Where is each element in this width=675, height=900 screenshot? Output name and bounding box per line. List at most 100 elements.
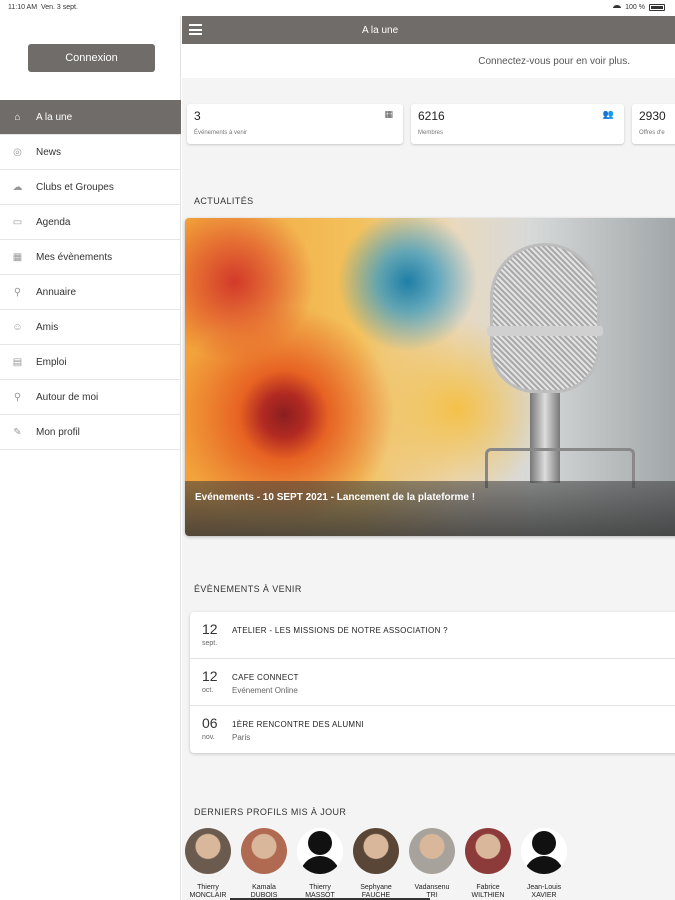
sidebar-item-amis[interactable]: ☺ Amis [0, 310, 181, 345]
profile-card[interactable]: Thierry MASSOT [294, 828, 346, 900]
profile-first-name: Thierry [197, 884, 219, 891]
event-row[interactable]: 12 oct. CAFE CONNECT Evénement Online [190, 659, 675, 706]
profile-first-name: Fabrice [476, 884, 500, 891]
date-text: Ven. 3 sept. [40, 4, 78, 11]
profile-first-name: Vadansenu [414, 884, 450, 891]
battery-icon [649, 4, 665, 11]
news-card[interactable]: Evénements - 10 SEPT 2021 - Lancement de… [185, 218, 675, 536]
profile-card[interactable]: Kamala DUBOIS [238, 828, 290, 900]
event-day: 12 [202, 621, 218, 637]
globe-icon: ◎ [13, 146, 22, 158]
edit-icon: ✎ [13, 426, 22, 438]
stat-card[interactable]: 3 Événements à venir ▦ [187, 104, 403, 144]
person-icon: ☺ [12, 321, 23, 333]
profile-name: Vadansenu TRI [406, 884, 458, 900]
profile-last-name: MASSOT [305, 892, 335, 899]
groups-icon: ☁ [12, 181, 23, 193]
stat-label: Événements à venir [194, 130, 248, 136]
event-title: 1ÈRE RENCONTRE DES ALUMNI [232, 720, 364, 729]
profile-card[interactable]: Sephyane FAUCHE [350, 828, 402, 900]
profile-last-name: MONCLAIR [189, 892, 227, 899]
search-icon: ⚲ [13, 286, 22, 298]
avatar [465, 828, 511, 874]
stat-card[interactable]: 2930 Offres d'e [632, 104, 675, 144]
avatar [353, 828, 399, 874]
sidebar-item-a-la-une[interactable]: ⌂ A la une [0, 100, 181, 135]
avatar [409, 828, 455, 874]
profile-first-name: Sephyane [360, 884, 392, 891]
sidebar-item-label: Mon profil [36, 426, 80, 438]
event-month: sept. [202, 640, 218, 647]
time-text: 11:10 AM [8, 4, 38, 11]
stat-value: 6216 [418, 109, 445, 123]
login-prompt[interactable]: Connectez-vous pour en voir plus. [182, 44, 675, 78]
calendar-icon: ▦ [384, 109, 393, 119]
profiles-section-title: DERNIERS PROFILS MIS À JOUR [194, 807, 347, 817]
events-list: 12 sept. ATELIER - LES MISSIONS DE NOTRE A… [190, 612, 675, 753]
status-bar: 11:10 AM Ven. 3 sept. 100 % [0, 0, 675, 16]
sidebar-item-clubs-et-groupes[interactable]: ☁ Clubs et Groupes [0, 170, 181, 205]
stats-row: 3 Événements à venir ▦ 6216 Membres 👥 2930 Offr… [187, 104, 675, 144]
profile-name: Fabrice WILTHIEN [462, 884, 514, 900]
sidebar-item-label: Agenda [36, 216, 71, 228]
stat-label: Membres [418, 130, 444, 136]
event-day: 12 [202, 668, 218, 684]
event-month: nov. [202, 734, 215, 741]
sidebar-item-annuaire[interactable]: ⚲ Annuaire [0, 275, 181, 310]
wifi-icon [613, 4, 622, 11]
profile-card[interactable]: Jean-Louis XAVIER [518, 828, 570, 900]
sidebar-item-label: News [36, 146, 62, 158]
top-bar: A la une [182, 16, 675, 44]
sidebar-item-mes-v-nements[interactable]: ▦ Mes évènements [0, 240, 181, 275]
sidebar-item-label: Mes évènements [36, 251, 113, 263]
sidebar-item-label: Annuaire [36, 286, 77, 298]
stat-card[interactable]: 6216 Membres 👥 [411, 104, 624, 144]
profile-card[interactable]: Vadansenu TRI [406, 828, 458, 900]
briefcase-icon: ▤ [12, 356, 23, 368]
sidebar-item-label: A la une [36, 111, 73, 123]
event-month: oct. [202, 687, 214, 694]
profile-last-name: FAUCHE [361, 892, 391, 899]
profile-last-name: DUBOIS [250, 892, 278, 899]
status-time: 11:10 AM Ven. 3 sept. [8, 4, 78, 11]
sidebar: Connexion ⌂ A la une ◎ News ☁ Clubs et Groupe… [0, 16, 181, 900]
sidebar-item-label: Autour de moi [36, 391, 99, 403]
profile-card[interactable]: Thierry MONCLAIR [182, 828, 234, 900]
sidebar-item-news[interactable]: ◎ News [0, 135, 181, 170]
event-subtitle: Evénement Online [232, 686, 298, 695]
battery-text: 100 % [625, 4, 645, 11]
book-icon: ▭ [12, 216, 23, 228]
profile-name: Kamala DUBOIS [238, 884, 290, 900]
profile-name: Jean-Louis XAVIER [518, 884, 570, 900]
avatar [241, 828, 287, 874]
sidebar-item-autour-de-moi[interactable]: ⚲ Autour de moi [0, 380, 181, 415]
calendar-icon: ▦ [12, 251, 23, 263]
members-icon: 👥 [602, 109, 614, 119]
event-title: ATELIER - LES MISSIONS DE NOTRE ASSOCIAT… [232, 626, 448, 635]
news-caption: Evénements - 10 SEPT 2021 - Lancement de… [185, 481, 675, 536]
status-right: 100 % [613, 4, 665, 11]
profile-first-name: Jean-Louis [526, 884, 562, 891]
profile-last-name: XAVIER [531, 892, 557, 899]
avatar [521, 828, 567, 874]
stat-label: Offres d'e [639, 130, 665, 136]
news-section-title: ACTUALITÉS [194, 196, 254, 206]
main-content: A la une Connectez-vous pour en voir plu… [182, 16, 675, 900]
profile-name: Thierry MONCLAIR [182, 884, 234, 900]
microphone-image [490, 243, 600, 393]
sidebar-item-mon-profil[interactable]: ✎ Mon profil [0, 415, 181, 450]
page-title: A la une [362, 25, 399, 36]
profile-last-name: TRI [426, 892, 438, 899]
sidebar-item-agenda[interactable]: ▭ Agenda [0, 205, 181, 240]
sidebar-item-emploi[interactable]: ▤ Emploi [0, 345, 181, 380]
profile-card[interactable]: Fabrice WILTHIEN [462, 828, 514, 900]
login-button[interactable]: Connexion [28, 44, 155, 72]
event-subtitle: Paris [232, 733, 251, 742]
sidebar-item-label: Amis [36, 321, 59, 333]
event-row[interactable]: 06 nov. 1ÈRE RENCONTRE DES ALUMNI Paris [190, 706, 675, 753]
profile-name: Sephyane FAUCHE [350, 884, 402, 900]
event-title: CAFE CONNECT [232, 673, 299, 682]
home-icon: ⌂ [14, 111, 21, 123]
event-row[interactable]: 12 sept. ATELIER - LES MISSIONS DE NOTRE A… [190, 612, 675, 659]
profile-first-name: Thierry [309, 884, 331, 891]
